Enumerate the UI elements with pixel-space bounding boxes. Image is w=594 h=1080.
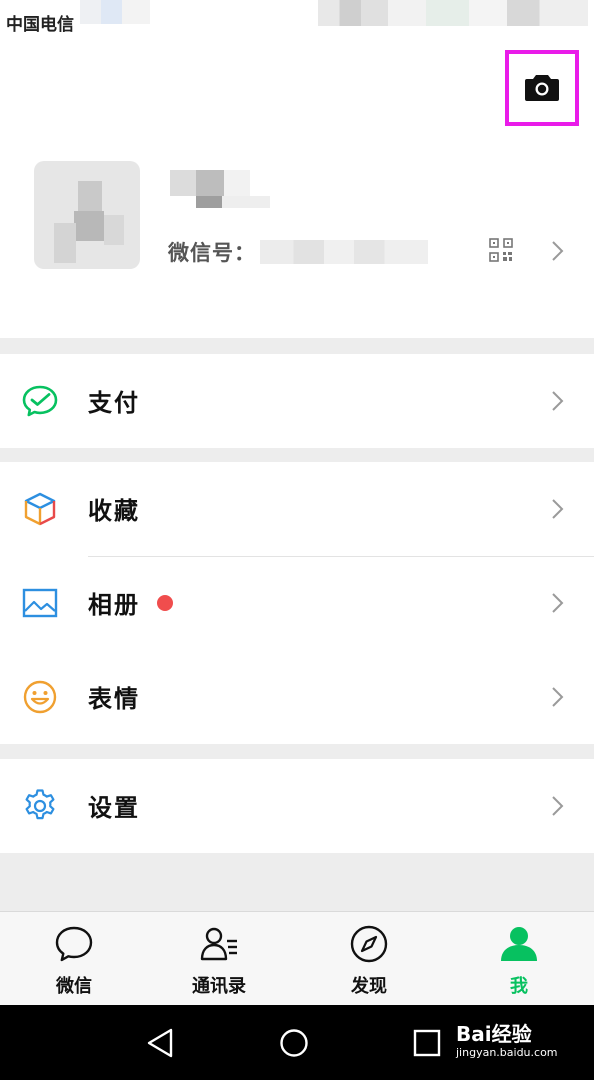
home-circle-icon[interactable] [276,1025,312,1061]
settings-group: 设置 [0,759,594,853]
wechat-id-blurred [260,240,428,264]
tab-discover[interactable]: 发现 [295,912,443,1006]
tab-contacts[interactable]: 通讯录 [145,912,293,1006]
image-icon [22,588,58,618]
menu-item-album[interactable]: 相册 [0,556,594,650]
cube-icon [24,492,56,526]
chat-bubble-icon [55,926,93,962]
carrier-name: 中国电信 [6,15,74,35]
status-bar: 中国电信 [0,0,594,40]
contacts-icon [200,927,237,961]
tab-chats[interactable]: 微信 [0,912,148,1006]
menu-item-settings-label: 设置 [88,794,140,822]
wechat-pay-icon [22,385,58,417]
menu-item-settings[interactable]: 设置 [0,759,594,853]
baidu-watermark: Bai经验 [456,1022,532,1046]
avatar[interactable] [34,161,140,269]
tab-contacts-label: 通讯录 [192,976,246,997]
person-icon [501,927,537,961]
back-triangle-icon[interactable] [142,1025,178,1061]
content-group: 收藏 相册 表情 [0,462,594,744]
profile-chevron-right-icon[interactable] [551,240,565,262]
camera-button[interactable] [505,50,579,126]
chevron-right-icon [552,796,564,816]
menu-item-album-label: 相册 [88,591,140,619]
chevron-right-icon [552,687,564,707]
status-icons-blurred-right [318,0,588,26]
menu-item-pay[interactable]: 支付 [0,354,594,448]
menu-item-pay-label: 支付 [88,389,140,417]
status-icons-blurred [80,0,150,24]
profile-header: 微信号： [0,40,594,338]
nickname-blurred [170,170,270,210]
menu-item-favorites-label: 收藏 [88,497,140,525]
menu-item-stickers[interactable]: 表情 [0,650,594,744]
gear-icon [25,789,55,820]
camera-icon [525,75,559,101]
recents-square-icon[interactable] [409,1025,445,1061]
smiley-icon [23,680,57,714]
wechat-id-row: 微信号： [168,238,428,266]
tab-discover-label: 发现 [351,976,387,997]
chevron-right-icon [552,499,564,519]
compass-icon [350,925,388,963]
chevron-right-icon [552,391,564,411]
menu-item-favorites[interactable]: 收藏 [0,462,594,556]
bottom-tab-bar: 微信 通讯录 发现 我 [0,911,594,1005]
chevron-right-icon [552,593,564,613]
tab-me-label: 我 [510,976,528,997]
menu-item-stickers-label: 表情 [88,685,140,713]
wechat-id-label: 微信号： [168,241,256,265]
tab-chats-label: 微信 [56,976,92,997]
tab-me[interactable]: 我 [445,912,593,1006]
baidu-watermark-url: jingyan.baidu.com [456,1046,558,1059]
pay-group: 支付 [0,354,594,448]
qr-code-icon[interactable] [489,238,513,262]
new-badge-dot [157,595,173,611]
